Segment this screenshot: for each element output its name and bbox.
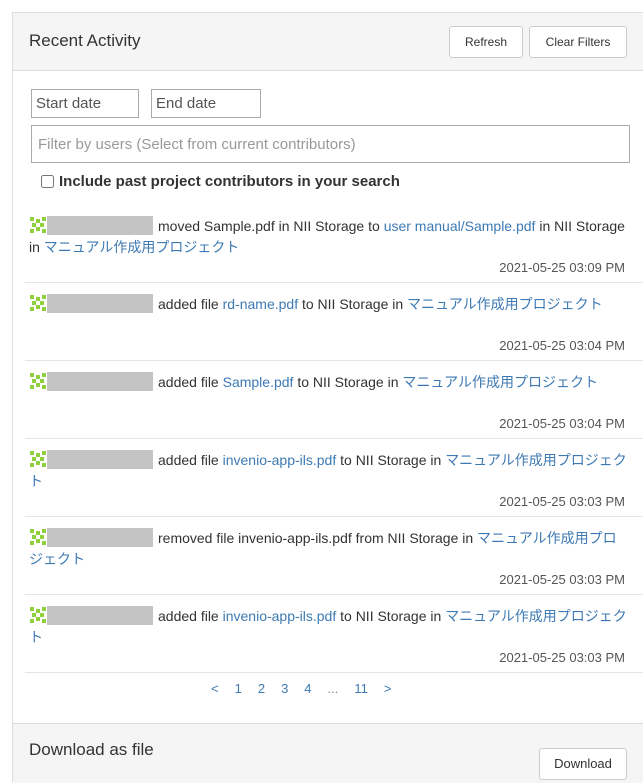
file-link[interactable]: user manual/Sample.pdf — [384, 218, 536, 234]
activity-pre-text: removed file invenio-app-ils.pdf from NI… — [158, 530, 478, 546]
redacted-username — [47, 216, 153, 235]
clear-filters-button[interactable]: Clear Filters — [529, 26, 627, 58]
activity-item: added file invenio-app-ils.pdf to NII St… — [25, 439, 643, 517]
page-4[interactable]: 4 — [296, 681, 319, 696]
download-section: Download as file Download — [13, 723, 643, 783]
activity-timestamp: 2021-05-25 03:03 PM — [499, 494, 625, 509]
activity-timestamp: 2021-05-25 03:04 PM — [499, 338, 625, 353]
file-link[interactable]: rd-name.pdf — [223, 296, 298, 312]
file-link[interactable]: invenio-app-ils.pdf — [223, 452, 337, 468]
activity-timestamp: 2021-05-25 03:03 PM — [499, 572, 625, 587]
recent-activity-panel: Recent Activity Refresh Clear Filters In… — [12, 12, 643, 783]
project-link[interactable]: マニュアル作成用プロジェクト — [407, 296, 603, 312]
activity-pre-text: added file — [158, 452, 223, 468]
activity-item: added file Sample.pdf to NII Storage in … — [25, 361, 643, 439]
user-avatar-icon[interactable] — [29, 372, 47, 390]
activity-mid-text: to NII Storage in — [336, 452, 446, 468]
refresh-button[interactable]: Refresh — [449, 26, 523, 58]
file-link[interactable]: Sample.pdf — [223, 374, 294, 390]
panel-header: Recent Activity Refresh Clear Filters — [13, 13, 643, 71]
user-avatar-icon[interactable] — [29, 606, 47, 624]
redacted-username — [47, 450, 153, 469]
activity-pre-text: added file — [158, 374, 223, 390]
panel-title: Recent Activity — [29, 31, 141, 50]
page-ellipsis: ... — [327, 681, 339, 696]
prev-page-button[interactable]: < — [203, 681, 227, 696]
page-2[interactable]: 2 — [250, 681, 273, 696]
activity-item: added file rd-name.pdf to NII Storage in… — [25, 283, 643, 361]
download-title: Download as file — [29, 740, 154, 759]
file-link[interactable]: invenio-app-ils.pdf — [223, 608, 337, 624]
redacted-username — [47, 606, 153, 625]
activity-timestamp: 2021-05-25 03:04 PM — [499, 416, 625, 431]
user-avatar-icon[interactable] — [29, 294, 47, 312]
end-date-input[interactable] — [151, 89, 261, 118]
project-link[interactable]: マニュアル作成用プロジェクト — [44, 239, 240, 255]
activity-timestamp: 2021-05-25 03:09 PM — [499, 260, 625, 275]
user-filter-input[interactable] — [31, 125, 630, 163]
user-avatar-icon[interactable] — [29, 528, 47, 546]
download-button[interactable]: Download — [539, 748, 627, 780]
activity-list: moved Sample.pdf in NII Storage to user … — [25, 205, 643, 673]
page-11[interactable]: 11 — [346, 681, 376, 696]
user-avatar-icon[interactable] — [29, 216, 47, 234]
activity-timestamp: 2021-05-25 03:03 PM — [499, 650, 625, 665]
user-avatar-icon[interactable] — [29, 450, 47, 468]
project-link[interactable]: マニュアル作成用プロジェクト — [402, 374, 598, 390]
activity-mid-text: to NII Storage in — [298, 296, 408, 312]
activity-item: added file invenio-app-ils.pdf to NII St… — [25, 595, 643, 673]
activity-item: removed file invenio-app-ils.pdf from NI… — [25, 517, 643, 595]
activity-item: moved Sample.pdf in NII Storage to user … — [25, 205, 643, 283]
past-contributors-row: Include past project contributors in you… — [41, 171, 400, 191]
redacted-username — [47, 294, 153, 313]
next-page-button[interactable]: > — [376, 681, 400, 696]
activity-pre-text: added file — [158, 608, 223, 624]
activity-mid-text: to NII Storage in — [336, 608, 446, 624]
start-date-input[interactable] — [31, 89, 139, 118]
redacted-username — [47, 372, 153, 391]
page-1[interactable]: 1 — [227, 681, 250, 696]
redacted-username — [47, 528, 153, 547]
activity-pre-text: added file — [158, 296, 223, 312]
activity-mid-text: to NII Storage in — [293, 374, 403, 390]
page-3[interactable]: 3 — [273, 681, 296, 696]
past-contributors-label: Include past project contributors in you… — [59, 172, 400, 190]
pagination: < 1 2 3 4 ... 11 > — [203, 681, 399, 696]
past-contributors-checkbox[interactable] — [41, 174, 54, 188]
activity-pre-text: moved Sample.pdf in NII Storage to — [158, 218, 384, 234]
